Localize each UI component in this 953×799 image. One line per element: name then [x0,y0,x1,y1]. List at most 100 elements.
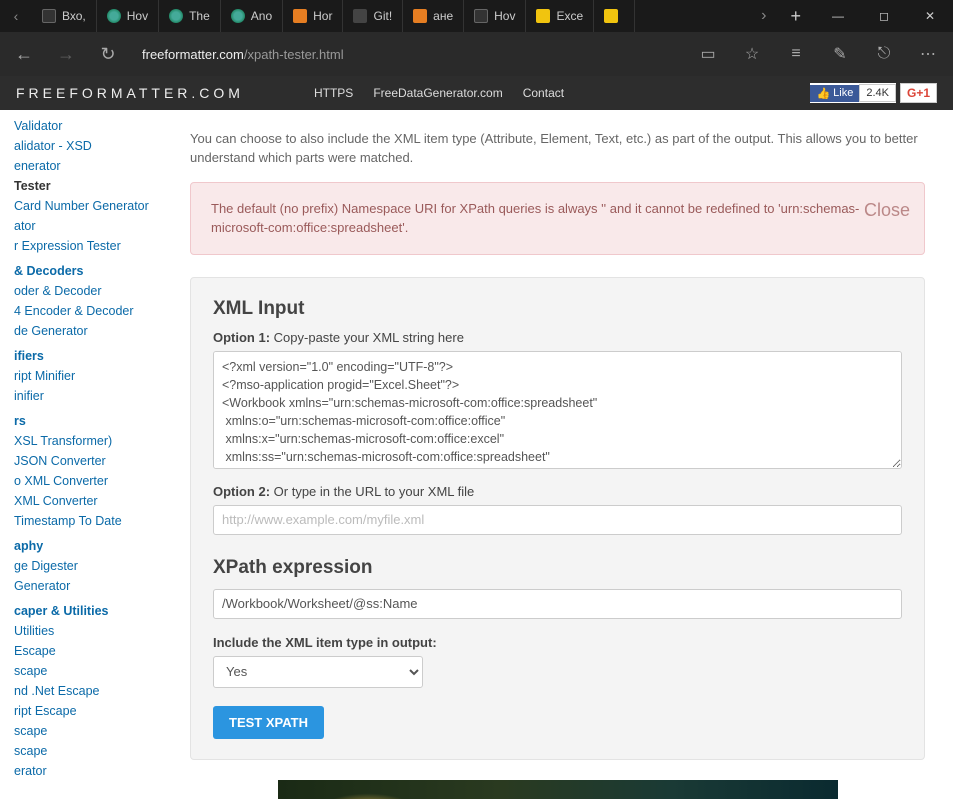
sidebar-item[interactable]: oder & Decoder [0,281,172,301]
sidebar-header[interactable]: rs [0,406,172,431]
sidebar-item[interactable]: enerator [0,156,172,176]
toplink-freedatagen[interactable]: FreeDataGenerator.com [373,86,502,100]
tab-label: Hov [494,9,515,23]
share-icon[interactable]: ⎋ [869,45,899,63]
sidebar-item[interactable]: o XML Converter [0,471,172,491]
xml-input-heading: XML Input [213,298,902,320]
sidebar-header[interactable]: ifiers [0,341,172,366]
sidebar-item[interactable]: Validator [0,116,172,136]
tab-label: The [189,9,210,23]
toplink-https[interactable]: HTTPS [314,86,353,100]
xpath-heading: XPath expression [213,557,902,579]
url-field[interactable]: freeformatter.com/xpath-tester.html [136,47,679,62]
sidebar-item[interactable]: Utilities [0,621,172,641]
favorite-icon[interactable]: ☆ [737,44,767,64]
sidebar-item[interactable]: nd .Net Escape [0,681,172,701]
error-alert: The default (no prefix) Namespace URI fo… [190,182,925,255]
include-type-select[interactable]: Yes [213,656,423,688]
site-topbar: FREEFORMATTER.COM HTTPS FreeDataGenerato… [0,76,953,110]
reading-view-icon[interactable]: ▭ [693,44,723,64]
thumbs-up-icon: 👍 [816,87,830,100]
sidebar-item[interactable]: Card Number Generator [0,196,172,216]
browser-tabs: Вхо, Hov The Ano Hor Git! ане Hov Exce [32,0,751,32]
browser-titlebar: ‹ Вхо, Hov The Ano Hor Git! ане Hov Exce › + — ◻… [0,0,953,32]
browser-tab[interactable]: Git! [343,0,403,32]
sidebar-nav: Validatoralidator - XSDeneratorTesterCar… [0,110,172,799]
tab-label: Git! [373,9,392,23]
sidebar-item[interactable]: inifier [0,386,172,406]
sidebar-item[interactable]: de Generator [0,321,172,341]
include-type-label: Include the XML item type in output: [213,635,902,650]
browser-tab[interactable]: Exce [526,0,594,32]
sidebar-item[interactable]: Escape [0,641,172,661]
browser-tab[interactable]: Ano [221,0,283,32]
sidebar-header[interactable]: caper & Utilities [0,596,172,621]
tab-label: Hor [313,9,332,23]
sidebar-item[interactable]: erator [0,761,172,781]
browser-tab[interactable]: ане [403,0,464,32]
tab-label: Вхо, [62,9,86,23]
sidebar-item[interactable]: scape [0,741,172,761]
more-icon[interactable]: ⋯ [913,44,943,64]
tab-scroll-right[interactable]: › [751,7,776,25]
nav-refresh[interactable]: ↻ [94,44,122,65]
browser-tab[interactable]: Вхо, [32,0,97,32]
window-maximize[interactable]: ◻ [861,0,907,32]
sidebar-item-active[interactable]: Tester [0,176,172,196]
tab-label: ане [433,9,453,23]
tab-favicon [107,9,121,23]
browser-tab[interactable] [594,0,635,32]
window-minimize[interactable]: — [815,0,861,32]
tab-favicon [293,9,307,23]
tab-favicon [413,9,427,23]
sidebar-item[interactable]: ge Digester [0,556,172,576]
hub-icon[interactable]: ≡ [781,45,811,63]
window-close[interactable]: ✕ [907,0,953,32]
tab-favicon [353,9,367,23]
intro-text: You can choose to also include the XML i… [190,130,925,168]
tab-scroll-left[interactable]: ‹ [6,8,26,24]
tab-label: Hov [127,9,148,23]
sidebar-header[interactable]: aphy [0,531,172,556]
banner-ad[interactable]: КОРОЛЕВСТВА [278,780,838,799]
tab-favicon [604,9,618,23]
nav-forward[interactable]: → [52,44,80,65]
test-xpath-button[interactable]: TEST XPATH [213,706,324,739]
google-plus-button[interactable]: G+1 [900,83,937,103]
input-panel: XML Input Option 1: Copy-paste your XML … [190,277,925,760]
sidebar-item[interactable]: XML Converter [0,491,172,511]
xml-url-input[interactable] [213,505,902,535]
toplink-contact[interactable]: Contact [523,86,564,100]
tab-label: Ano [251,9,272,23]
nav-back[interactable]: ← [10,44,38,65]
browser-tab[interactable]: Hov [97,0,159,32]
new-tab-button[interactable]: + [776,6,815,27]
browser-tab[interactable]: Hov [464,0,526,32]
site-brand[interactable]: FREEFORMATTER.COM [16,85,244,101]
facebook-like[interactable]: 👍Like 2.4K [810,83,896,103]
sidebar-item[interactable]: JSON Converter [0,451,172,471]
notes-icon[interactable]: ✎ [825,44,855,64]
like-count: 2.4K [859,84,896,102]
sidebar-header[interactable]: & Decoders [0,256,172,281]
xpath-input[interactable] [213,589,902,619]
sidebar-item[interactable]: Generator [0,576,172,596]
sidebar-item[interactable]: scape [0,661,172,681]
main-content: You can choose to also include the XML i… [172,110,953,799]
browser-tab[interactable]: Hor [283,0,343,32]
sidebar-item[interactable]: ript Escape [0,701,172,721]
sidebar-item[interactable]: ript Minifier [0,366,172,386]
sidebar-item[interactable]: alidator - XSD [0,136,172,156]
sidebar-item[interactable]: scape [0,721,172,741]
sidebar-item[interactable]: XSL Transformer) [0,431,172,451]
sidebar-item[interactable]: ator [0,216,172,236]
alert-close-button[interactable]: Close [864,197,910,224]
browser-address-bar: ← → ↻ freeformatter.com/xpath-tester.htm… [0,32,953,76]
sidebar-item[interactable]: 4 Encoder & Decoder [0,301,172,321]
browser-tab[interactable]: The [159,0,221,32]
sidebar-item[interactable]: Timestamp To Date [0,511,172,531]
tab-favicon [536,9,550,23]
url-domain: freeformatter.com [142,47,244,62]
sidebar-item[interactable]: r Expression Tester [0,236,172,256]
xml-input-textarea[interactable] [213,351,902,469]
